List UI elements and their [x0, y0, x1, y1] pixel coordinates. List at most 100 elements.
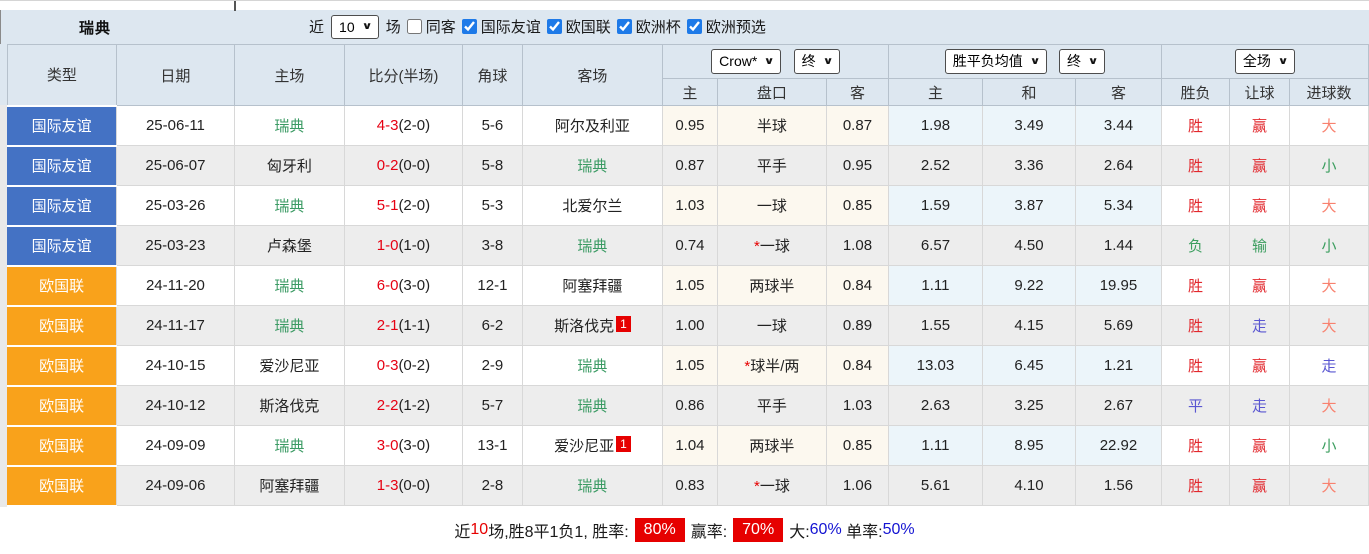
cell-date: 24-11-17 — [115, 305, 235, 346]
cell-odds-home: 0.87 — [661, 145, 718, 186]
cell-odds-home: 0.83 — [661, 465, 718, 506]
avg-time-select[interactable]: 终 ∨ — [1059, 49, 1106, 74]
cell-date: 24-10-12 — [115, 385, 235, 426]
cell-goals-result: 大 — [1288, 465, 1369, 506]
table-row: 欧国联 24-10-12 斯洛伐克 2-2(1-2) 5-7 瑞典 0.86 平… — [7, 384, 1369, 427]
cell-corners: 3-8 — [461, 225, 523, 266]
cell-goals-result: 小 — [1288, 425, 1369, 466]
cell-odds-away: 0.89 — [825, 305, 889, 346]
competition-checkbox-euro[interactable] — [616, 19, 632, 35]
cell-home-team[interactable]: 爱沙尼亚 — [233, 345, 345, 386]
cell-avg-away: 5.69 — [1074, 305, 1162, 346]
cell-corners: 5-7 — [461, 385, 523, 426]
cell-odds-away: 1.03 — [825, 385, 889, 426]
cell-handicap: 半球 — [716, 105, 827, 146]
cell-result: 胜 — [1160, 425, 1230, 466]
recent-count-select[interactable]: 10 ∨ — [331, 14, 379, 40]
cell-handicap-result: 赢 — [1228, 425, 1290, 466]
avg-odds-select[interactable]: 胜平负均值 ∨ — [944, 49, 1047, 74]
cell-avg-home: 1.98 — [887, 105, 983, 146]
cell-avg-home: 2.52 — [887, 145, 983, 186]
halftime-score: (0-0) — [398, 477, 431, 494]
cell-handicap: 平手 — [716, 385, 827, 426]
cell-goals-result: 大 — [1288, 265, 1369, 306]
fulltime-score: 3-0 — [376, 437, 399, 454]
cell-goals-result: 大 — [1288, 185, 1369, 226]
cell-avg-home: 1.59 — [887, 185, 983, 226]
cell-avg-draw: 9.22 — [981, 265, 1076, 306]
cell-away-team[interactable]: 北爱尔兰 — [521, 185, 663, 226]
header-home: 主场 — [233, 44, 345, 106]
subheader-avg-home: 主 — [887, 78, 983, 106]
cell-corners: 12-1 — [461, 265, 523, 306]
single-rate-label-text: 单率: — [846, 524, 883, 541]
cell-avg-home: 2.63 — [887, 385, 983, 426]
handicap-rate-label: 赢率: — [690, 524, 728, 541]
cell-handicap-result: 赢 — [1228, 465, 1290, 506]
cell-away-team[interactable]: 瑞典 — [521, 465, 663, 506]
handicap-text: 一球 — [759, 478, 790, 495]
odds-time-select[interactable]: 终 ∨ — [793, 49, 840, 74]
cell-home-team[interactable]: 斯洛伐克 — [233, 385, 345, 426]
cell-away-team[interactable]: 斯洛伐克 1 — [521, 305, 663, 346]
scope-select[interactable]: 全场 ∨ — [1234, 49, 1296, 74]
away-team-name: 瑞典 — [577, 238, 608, 255]
cell-corners: 13-1 — [461, 425, 523, 466]
cell-odds-away: 1.06 — [825, 465, 889, 506]
cell-away-team[interactable]: 瑞典 — [521, 145, 663, 186]
cell-corners: 6-2 — [461, 305, 523, 346]
cell-home-team[interactable]: 阿塞拜疆 — [233, 465, 345, 506]
cell-handicap: *一球 — [716, 465, 827, 506]
cell-away-team[interactable]: 阿尔及利亚 — [521, 105, 663, 146]
subheader-avg-draw: 和 — [981, 78, 1076, 106]
cell-home-team[interactable]: 瑞典 — [233, 265, 345, 306]
halftime-score: (1-0) — [398, 237, 431, 254]
cell-avg-draw: 3.49 — [981, 105, 1076, 146]
halftime-score: (3-0) — [398, 277, 431, 294]
cell-corners: 5-6 — [461, 105, 523, 146]
cell-competition: 国际友谊 — [7, 104, 117, 147]
left-gutter — [0, 44, 7, 507]
cell-home-team[interactable]: 瑞典 — [233, 105, 345, 146]
cell-avg-away: 22.92 — [1074, 425, 1162, 466]
cell-handicap-result: 输 — [1228, 225, 1290, 266]
cell-avg-away: 1.21 — [1074, 345, 1162, 386]
cell-odds-home: 0.74 — [661, 225, 718, 266]
handicap-text: 一球 — [756, 318, 787, 335]
cell-home-team[interactable]: 匈牙利 — [233, 145, 345, 186]
cell-score: 5-1(2-0) — [343, 185, 463, 226]
competition-checkbox-friendly[interactable] — [461, 19, 477, 35]
cell-date: 25-06-07 — [115, 145, 235, 186]
cell-odds-away: 0.95 — [825, 145, 889, 186]
cell-score: 2-2(1-2) — [343, 385, 463, 426]
subheader-handicap: 盘口 — [716, 78, 827, 106]
away-team-name: 爱沙尼亚 — [554, 438, 615, 455]
same-away-label: 同客 — [425, 19, 456, 37]
fulltime-score: 6-0 — [376, 277, 399, 294]
away-team-name: 瑞典 — [577, 478, 608, 495]
cell-home-team[interactable]: 瑞典 — [233, 185, 345, 226]
cell-home-team[interactable]: 卢森堡 — [233, 225, 345, 266]
same-away-checkbox[interactable] — [406, 19, 422, 35]
cell-handicap-result: 走 — [1228, 385, 1290, 426]
big-rate-label: 大: — [789, 524, 810, 541]
cell-odds-home: 1.03 — [661, 185, 718, 226]
cell-away-team[interactable]: 阿塞拜疆 — [521, 265, 663, 306]
cell-home-team[interactable]: 瑞典 — [233, 425, 345, 466]
cell-away-team[interactable]: 瑞典 — [521, 225, 663, 266]
cell-result: 胜 — [1160, 185, 1230, 226]
odds-company-select[interactable]: Crow* ∨ — [711, 49, 782, 74]
cell-away-team[interactable]: 瑞典 — [521, 385, 663, 426]
cell-away-team[interactable]: 瑞典 — [521, 345, 663, 386]
away-team-name: 瑞典 — [577, 358, 608, 375]
cell-home-team[interactable]: 瑞典 — [233, 305, 345, 346]
fulltime-score: 0-2 — [376, 157, 399, 174]
cell-odds-away: 0.85 — [825, 425, 889, 466]
cell-avg-draw: 3.25 — [981, 385, 1076, 426]
competition-checkbox-nations-league[interactable] — [546, 19, 562, 35]
competition-checkbox-euro-qualifiers[interactable] — [686, 19, 702, 35]
cell-away-team[interactable]: 爱沙尼亚 1 — [521, 425, 663, 466]
halftime-score: (1-2) — [398, 397, 431, 414]
cell-competition: 国际友谊 — [7, 144, 117, 187]
subheader-goals-result: 进球数 — [1288, 78, 1369, 106]
